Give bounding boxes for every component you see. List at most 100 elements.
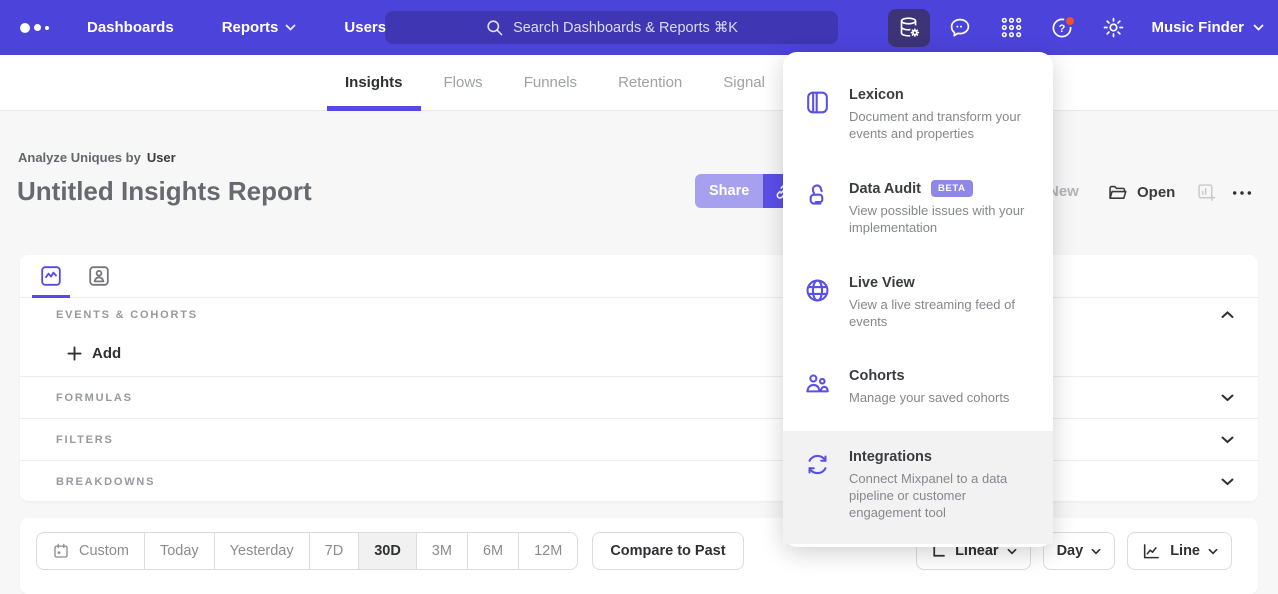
tab-flows[interactable]: Flows (426, 55, 501, 110)
section-filters[interactable]: FILTERS (20, 419, 1258, 461)
nav-dashboards[interactable]: Dashboards (87, 19, 174, 36)
range-6m[interactable]: 6M (467, 533, 518, 569)
add-to-board-icon[interactable] (1196, 182, 1217, 203)
menu-item-lexicon[interactable]: Lexicon Document and transform your even… (783, 74, 1053, 155)
mixpanel-logo[interactable] (20, 23, 49, 33)
beta-badge: BETA (931, 180, 973, 197)
project-switcher[interactable]: Music Finder (1151, 19, 1264, 36)
chevron-down-icon (1253, 24, 1264, 31)
query-mode-tabs (20, 255, 1258, 298)
tab-retention[interactable]: Retention (600, 55, 700, 110)
menu-item-live-view[interactable]: Live View View a live streaming feed of … (783, 262, 1053, 343)
add-label: Add (92, 345, 121, 362)
menu-item-description: Document and transform your events and p… (849, 108, 1027, 142)
analyze-subtitle: Analyze Uniques by User (18, 150, 176, 165)
menu-item-description: View a live streaming feed of events (849, 296, 1027, 330)
menu-item-title: Cohorts (849, 368, 905, 384)
nav-users-label: Users (344, 19, 386, 36)
section-label: EVENTS & COHORTS (56, 309, 198, 321)
tab-funnels[interactable]: Funnels (506, 55, 595, 110)
settings-button[interactable] (1092, 9, 1134, 47)
settings-gear-icon (1102, 16, 1125, 39)
range-label: 3M (432, 543, 452, 559)
range-label: 30D (374, 543, 401, 559)
share-button[interactable]: Share (695, 174, 763, 208)
section-label: BREAKDOWNS (56, 476, 155, 488)
chevron-down-icon (285, 24, 296, 31)
range-label: Yesterday (230, 543, 294, 559)
menu-item-integrations[interactable]: Integrations Connect Mixpanel to a data … (783, 431, 1053, 543)
tab-signal[interactable]: Signal (705, 55, 783, 110)
open-label: Open (1137, 184, 1175, 201)
menu-item-title: Integrations (849, 449, 932, 465)
chevron-down-icon (1091, 548, 1101, 555)
section-label: FORMULAS (56, 392, 133, 404)
tab-insights[interactable]: Insights (327, 55, 421, 110)
range-12m[interactable]: 12M (518, 533, 577, 569)
analyze-entity[interactable]: User (147, 150, 176, 165)
data-management-menu: Lexicon Document and transform your even… (783, 52, 1053, 547)
date-range-selector: Custom Today Yesterday 7D 30D 3M 6M 12M (36, 532, 578, 570)
more-options-button[interactable] (1231, 185, 1253, 201)
apps-grid-button[interactable] (990, 9, 1032, 47)
chevron-down-icon[interactable] (1221, 478, 1234, 486)
line-chart-icon (1141, 541, 1162, 562)
range-3m[interactable]: 3M (416, 533, 467, 569)
query-builder-panel: EVENTS & COHORTS Add FORMULAS FILTERS BR… (20, 255, 1258, 501)
range-label: Custom (79, 543, 129, 559)
nav-users[interactable]: Users (344, 19, 386, 36)
section-label: FILTERS (56, 434, 114, 446)
compare-to-past-button[interactable]: Compare to Past (592, 532, 743, 570)
range-7d[interactable]: 7D (309, 533, 359, 569)
chevron-down-icon[interactable] (1221, 436, 1234, 444)
insights-chart-icon (39, 264, 63, 288)
feedback-button[interactable] (939, 9, 981, 47)
nav-reports[interactable]: Reports (222, 19, 297, 36)
range-label: 12M (534, 543, 562, 559)
folder-icon (1107, 182, 1128, 203)
chevron-up-icon[interactable] (1221, 311, 1234, 319)
range-yesterday[interactable]: Yesterday (214, 533, 309, 569)
notification-dot (1064, 15, 1076, 27)
project-name: Music Finder (1151, 19, 1244, 36)
plus-icon (67, 346, 82, 361)
section-formulas[interactable]: FORMULAS (20, 377, 1258, 419)
calendar-icon (52, 542, 70, 560)
search-placeholder: Search Dashboards & Reports ⌘K (513, 20, 738, 36)
add-event-button[interactable]: Add (20, 331, 1258, 377)
analyze-prefix: Analyze Uniques by (18, 150, 141, 165)
interval-dropdown[interactable]: Day (1043, 532, 1116, 570)
range-label: 7D (325, 543, 344, 559)
people-icon (803, 368, 833, 406)
menu-item-title: Lexicon (849, 87, 904, 103)
menu-item-data-audit[interactable]: Data Audit BETA View possible issues wit… (783, 167, 1053, 249)
menu-item-cohorts[interactable]: Cohorts Manage your saved cohorts (783, 355, 1053, 419)
section-events-cohorts[interactable]: EVENTS & COHORTS (20, 298, 1258, 331)
nav-reports-label: Reports (222, 19, 279, 36)
compare-label: Compare to Past (610, 543, 725, 559)
chevron-down-icon (1007, 548, 1017, 555)
section-breakdowns[interactable]: BREAKDOWNS (20, 461, 1258, 502)
lock-icon (803, 180, 833, 236)
page-title[interactable]: Untitled Insights Report (17, 176, 312, 207)
user-profile-icon (87, 264, 111, 288)
tab-events-mode[interactable] (38, 263, 64, 289)
sync-icon (803, 449, 833, 521)
range-custom[interactable]: Custom (37, 533, 144, 569)
search-icon (485, 18, 504, 37)
range-today[interactable]: Today (144, 533, 214, 569)
menu-item-description: Connect Mixpanel to a data pipeline or c… (849, 470, 1027, 521)
data-management-button[interactable] (888, 9, 930, 47)
report-tabbar: Insights Flows Funnels Retention Signal … (0, 55, 1278, 111)
menu-item-title: Data Audit (849, 181, 921, 197)
open-report-button[interactable]: Open (1107, 182, 1175, 203)
search-input[interactable]: Search Dashboards & Reports ⌘K (385, 11, 838, 44)
globe-icon (803, 275, 833, 330)
range-30d[interactable]: 30D (358, 533, 416, 569)
chart-type-dropdown[interactable]: Line (1127, 532, 1232, 570)
tab-profiles-mode[interactable] (86, 263, 112, 289)
nav-dashboards-label: Dashboards (87, 19, 174, 36)
chevron-down-icon[interactable] (1221, 394, 1234, 402)
help-button[interactable]: ? (1041, 9, 1083, 47)
feedback-chat-icon (948, 16, 972, 40)
